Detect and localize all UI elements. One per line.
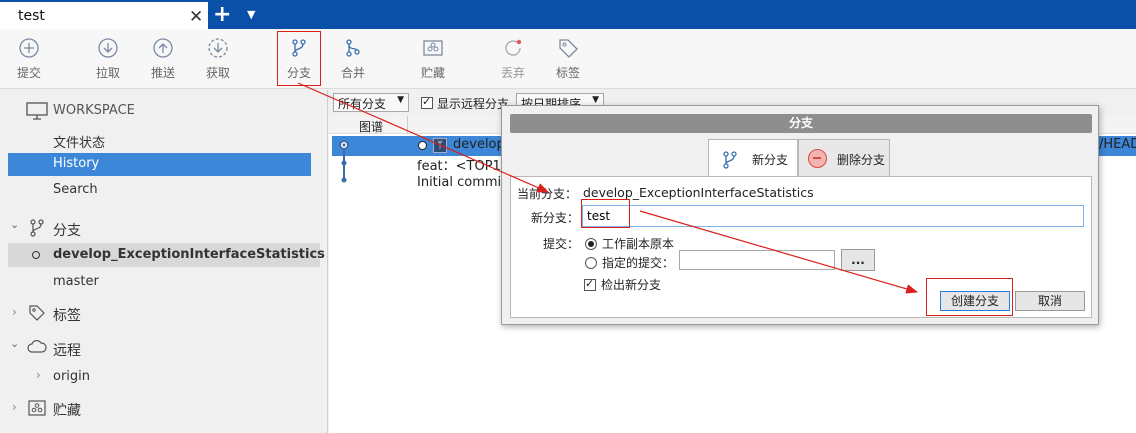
show-remote-label: 显示远程分支: [437, 97, 510, 111]
browse-commit-button[interactable]: ...: [841, 249, 875, 271]
sidebar-item-file-status[interactable]: 文件状态: [53, 132, 105, 151]
chevron-right-icon[interactable]: ›: [12, 400, 17, 414]
chevron-right-icon[interactable]: ›: [12, 305, 17, 319]
chevron-right-icon[interactable]: ›: [36, 368, 41, 382]
branch-dialog: 分支 新分支 删除分支 当前分支： develop_ExceptionInter…: [501, 105, 1099, 325]
branch-label: 分支: [286, 66, 311, 80]
monitor-icon: [26, 102, 48, 120]
commit-graph: [339, 140, 349, 183]
cloud-icon: [27, 340, 47, 353]
new-tab-icon[interactable]: +: [213, 2, 231, 27]
chevron-down-icon[interactable]: ▼: [247, 8, 255, 21]
specified-commit-radio[interactable]: [585, 255, 597, 269]
sidebar-item-search[interactable]: Search: [53, 182, 98, 197]
current-branch-label: develop_ExceptionInterfaceStatistics: [53, 247, 325, 262]
repo-tab-title: test: [18, 8, 45, 24]
branch-icon: [30, 219, 44, 237]
new-branch-panel: 当前分支： develop_ExceptionInterfaceStatisti…: [510, 176, 1092, 318]
remotes-header[interactable]: 远程: [53, 340, 81, 360]
tag-label: 标签: [555, 66, 580, 80]
sidebar-item-history-label: History: [53, 156, 100, 171]
branch-icon: ᛘ: [433, 138, 447, 153]
commit-icon: [19, 38, 39, 58]
commit-button[interactable]: 提交: [4, 37, 54, 81]
chevron-down-icon[interactable]: ⌄: [10, 337, 19, 350]
push-label: 推送: [150, 66, 175, 80]
stash-button[interactable]: 贮藏: [408, 37, 458, 81]
tab-delete-branch[interactable]: 删除分支: [798, 139, 890, 177]
branch-icon: [292, 39, 306, 57]
new-branch-input[interactable]: [582, 205, 1084, 227]
sidebar-item-history[interactable]: History: [8, 153, 311, 176]
sidebar-item-current-branch[interactable]: develop_ExceptionInterfaceStatistics: [8, 243, 325, 267]
working-copy-radio[interactable]: [585, 236, 597, 250]
branch-filter-select[interactable]: 所有分支 ▼: [333, 93, 409, 112]
current-branch-label: 当前分支：: [517, 187, 578, 201]
title-bar: test ✕ + ▼: [0, 0, 1136, 31]
discard-icon: [505, 39, 522, 56]
tag-icon: [29, 305, 45, 321]
push-icon: [153, 38, 173, 58]
branch-filter-value: 所有分支: [338, 97, 387, 111]
dialog-title: 分支: [510, 114, 1092, 133]
tag-button[interactable]: 标签: [543, 37, 593, 81]
sidebar-item-origin[interactable]: origin: [53, 369, 90, 384]
branch-icon: [723, 151, 737, 169]
checkout-label: 检出新分支: [601, 278, 662, 292]
commit-source-label: 提交：: [543, 237, 580, 251]
tag-icon: [559, 39, 578, 58]
tab-delete-branch-label: 删除分支: [837, 153, 886, 167]
commit-message[interactable]: feat：<TOP10: [417, 155, 509, 174]
show-remote-checkbox[interactable]: [421, 95, 433, 109]
column-divider: [407, 116, 408, 134]
branches-header[interactable]: 分支: [53, 220, 81, 240]
delete-icon: [808, 149, 827, 168]
merge-label: 合并: [340, 66, 365, 80]
stash-icon: [28, 400, 46, 416]
head-indicator-icon: [418, 141, 427, 150]
workspace-header: WORKSPACE: [53, 103, 135, 118]
discard-label: 丢弃: [500, 66, 525, 80]
repo-tab[interactable]: test ✕: [0, 0, 208, 31]
chevron-down-icon[interactable]: ⌄: [10, 218, 19, 231]
cancel-button[interactable]: 取消: [1015, 291, 1085, 311]
stashes-header[interactable]: 贮藏: [53, 400, 81, 420]
commit-message[interactable]: Initial commit: [417, 175, 506, 190]
create-branch-button[interactable]: 创建分支: [940, 291, 1010, 311]
toolbar: 提交 拉取 推送 获取 分支 合并 贮藏 丢弃 标签: [0, 29, 1136, 89]
remote-head-ref: /HEAD: [1099, 137, 1136, 152]
sidebar: WORKSPACE 文件状态 History Search ⌄ 分支 devel…: [0, 90, 328, 433]
chevron-down-icon: ▼: [397, 95, 404, 105]
current-branch-value: develop_ExceptionInterfaceStatistics: [583, 185, 814, 200]
fetch-label: 获取: [205, 66, 230, 80]
commit-label: 提交: [16, 66, 41, 80]
discard-button[interactable]: 丢弃: [488, 37, 538, 81]
pull-label: 拉取: [95, 66, 120, 80]
merge-icon: [346, 39, 360, 57]
new-branch-label: 新分支：: [531, 211, 580, 225]
tab-new-branch-label: 新分支: [752, 153, 789, 167]
branch-button[interactable]: 分支: [277, 31, 321, 86]
chevron-down-icon: ▼: [592, 95, 599, 105]
stash-icon: [423, 40, 443, 56]
current-branch-icon: [32, 251, 40, 259]
tab-new-branch[interactable]: 新分支: [708, 139, 798, 177]
specified-commit-input[interactable]: [679, 250, 835, 270]
specified-commit-label: 指定的提交：: [602, 256, 675, 270]
pull-button[interactable]: 拉取: [83, 37, 133, 81]
fetch-button[interactable]: 获取: [193, 37, 243, 81]
fetch-icon: [208, 38, 228, 58]
sidebar-item-master[interactable]: master: [53, 274, 99, 289]
tags-header[interactable]: 标签: [53, 305, 81, 325]
working-copy-label: 工作副本原本: [602, 237, 675, 251]
close-icon[interactable]: ✕: [189, 7, 203, 27]
stash-label: 贮藏: [420, 66, 445, 80]
graph-column-header: 图谱: [359, 120, 384, 134]
pull-icon: [98, 38, 118, 58]
checkout-checkbox[interactable]: [584, 277, 596, 291]
merge-button[interactable]: 合并: [328, 37, 378, 81]
push-button[interactable]: 推送: [138, 37, 188, 81]
